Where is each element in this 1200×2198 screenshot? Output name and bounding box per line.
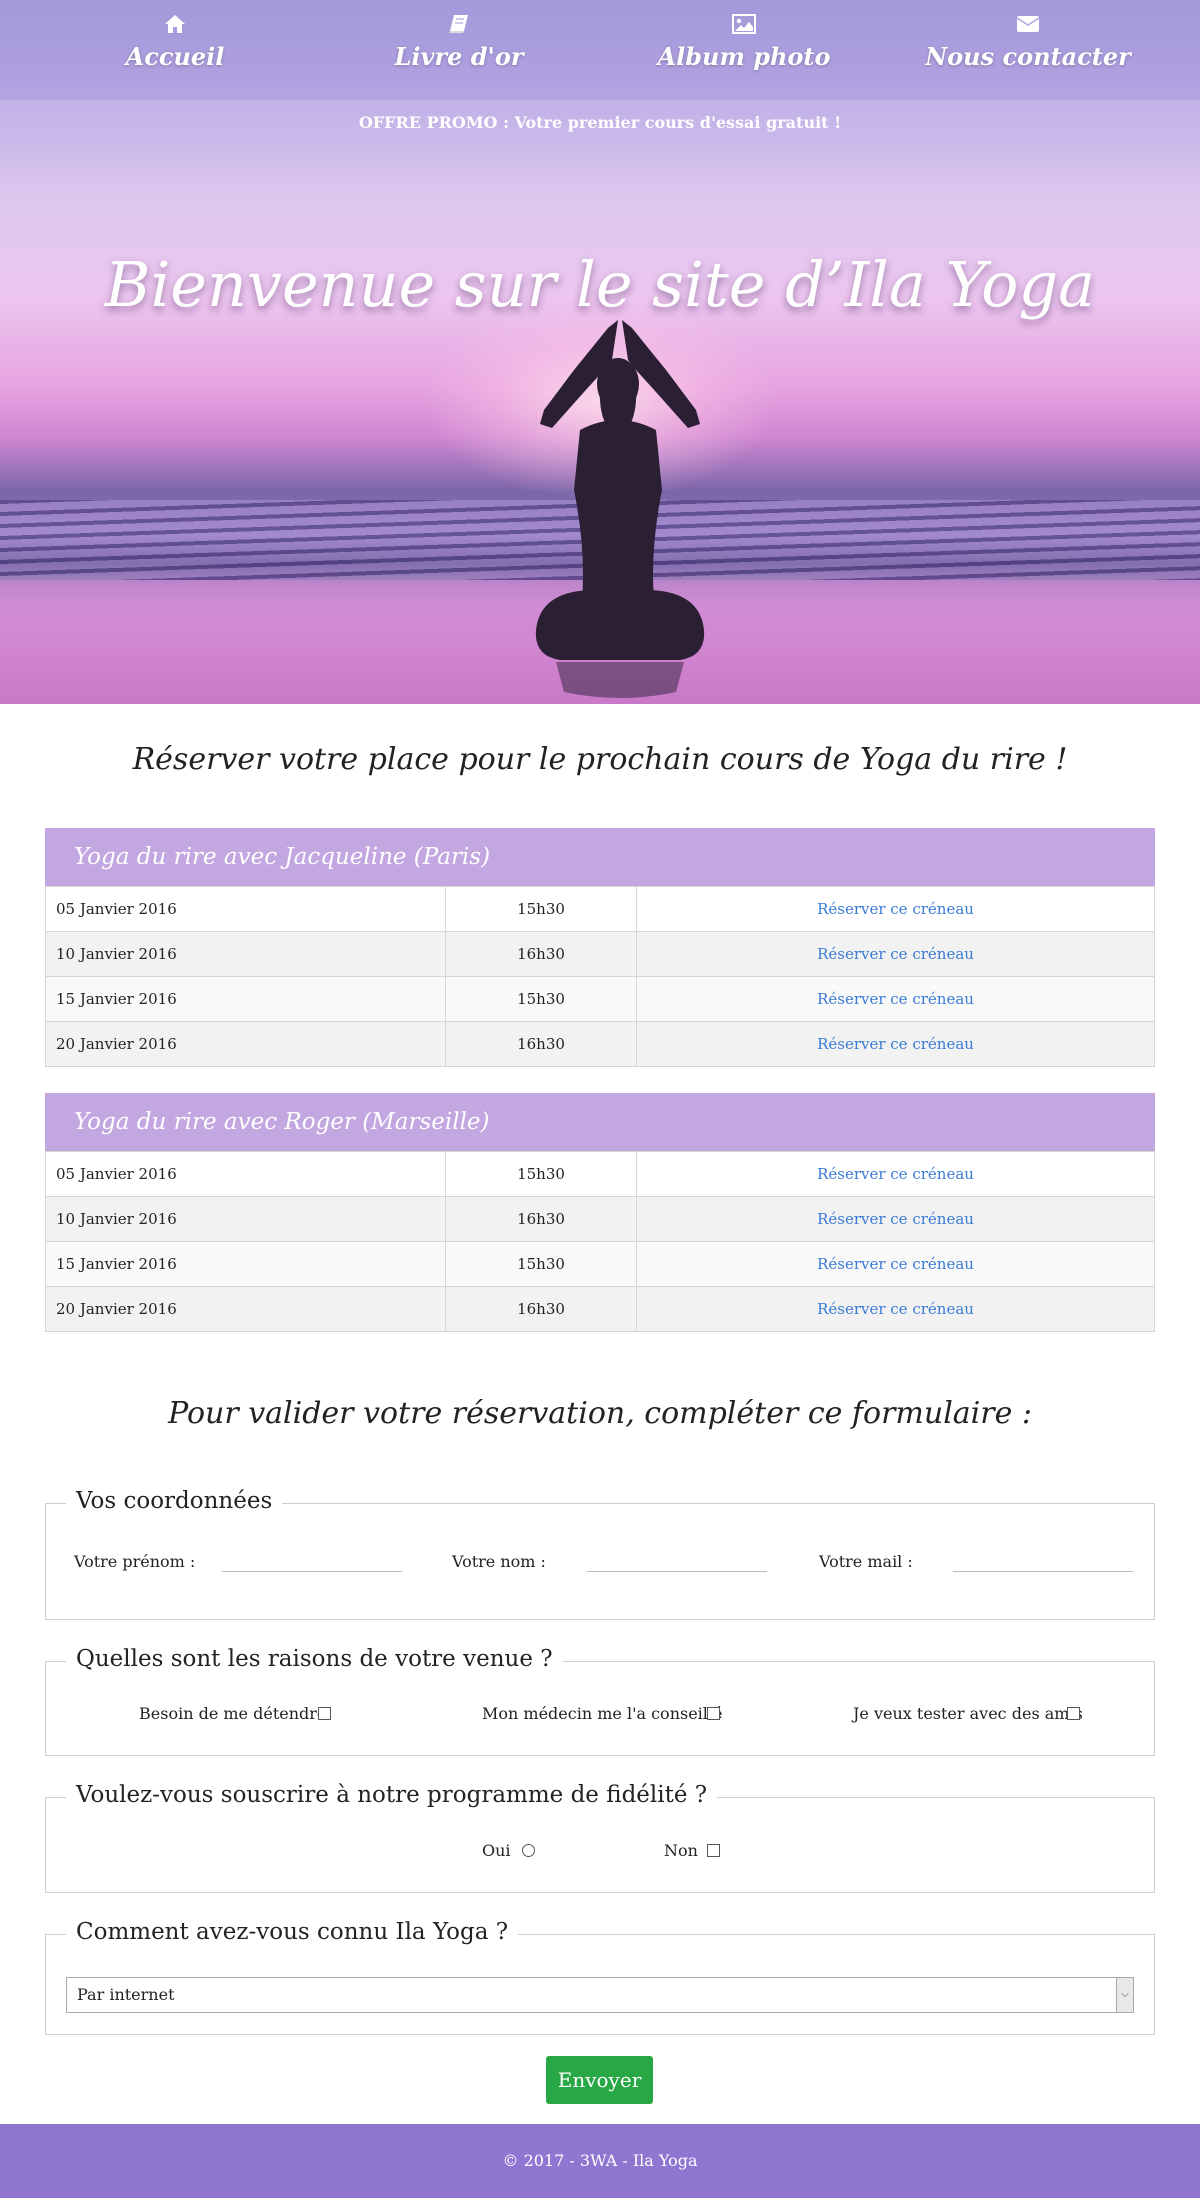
date-cell: 05 Janvier 2016 [45, 886, 446, 932]
top-navigation: Accueil Livre d'or Album photo Nous cont… [0, 0, 1200, 100]
fieldset-source: Comment avez-vous connu Ila Yoga ? Par i… [45, 1919, 1155, 2035]
fieldset-fidelite: Voulez-vous souscrire à notre programme … [45, 1782, 1155, 1893]
reason-relax-label: Besoin de me détendre [139, 1704, 327, 1723]
reason-doctor-label: Mon médecin me l'a conseillé [482, 1704, 723, 1723]
yoga-silhouette-image [535, 320, 705, 698]
table-row: 15 Janvier 2016 15h30 Réserver ce crénea… [45, 976, 1155, 1022]
envelope-icon [908, 14, 1148, 42]
nav-item-accueil[interactable]: Accueil [55, 14, 295, 71]
loyalty-no-checkbox[interactable] [707, 1844, 720, 1857]
date-cell: 20 Janvier 2016 [45, 1286, 446, 1332]
time-cell: 15h30 [445, 976, 637, 1022]
email-input[interactable] [953, 1544, 1133, 1572]
reason-doctor-checkbox[interactable] [707, 1707, 720, 1720]
reserve-link[interactable]: Réserver ce créneau [636, 1286, 1155, 1332]
fieldset-raisons: Quelles sont les raisons de votre venue … [45, 1646, 1155, 1756]
loyalty-yes-label: Oui [482, 1841, 511, 1860]
nav-item-livre-dor[interactable]: Livre d'or [339, 14, 579, 71]
reserve-link[interactable]: Réserver ce créneau [636, 931, 1155, 977]
submit-button[interactable]: Envoyer [546, 2056, 653, 2104]
schedule-table: 05 Janvier 2016 15h30 Réserver ce crénea… [45, 1151, 1155, 1332]
footer-copyright: © 2017 - 3WA - Ila Yoga [502, 2151, 698, 2170]
source-select[interactable]: Par internet ⌵ [66, 1977, 1134, 2013]
nav-item-album-photo[interactable]: Album photo [624, 14, 864, 71]
reserve-link[interactable]: Réserver ce créneau [636, 1196, 1155, 1242]
image-icon [624, 14, 864, 42]
fieldset-legend: Quelles sont les raisons de votre venue … [66, 1646, 563, 1672]
reserve-link[interactable]: Réserver ce créneau [636, 976, 1155, 1022]
panel-title: Yoga du rire avec Jacqueline (Paris) [45, 828, 1155, 886]
loyalty-no-label: Non [664, 1841, 698, 1860]
table-row: 05 Janvier 2016 15h30 Réserver ce crénea… [45, 1151, 1155, 1197]
source-select-value: Par internet [77, 1985, 175, 2004]
form-title: Pour valider votre réservation, compléte… [167, 1396, 1033, 1431]
time-cell: 15h30 [445, 886, 637, 932]
fieldset-legend: Vos coordonnées [66, 1488, 283, 1514]
schedule-table: 05 Janvier 2016 15h30 Réserver ce crénea… [45, 886, 1155, 1067]
promo-banner: OFFRE PROMO : Votre premier cours d'essa… [0, 100, 1200, 145]
hero-banner: Accueil Livre d'or Album photo Nous cont… [0, 0, 1200, 704]
reserve-link[interactable]: Réserver ce créneau [636, 1151, 1155, 1197]
time-cell: 16h30 [445, 1196, 637, 1242]
schedule-panel-marseille: Yoga du rire avec Roger (Marseille) 05 J… [45, 1093, 1155, 1332]
footer: © 2017 - 3WA - Ila Yoga [0, 2124, 1200, 2198]
nav-label: Nous contacter [925, 42, 1131, 71]
loyalty-yes-radio[interactable] [522, 1844, 535, 1857]
date-cell: 10 Janvier 2016 [45, 931, 446, 977]
nav-label: Livre d'or [394, 42, 524, 71]
chevron-down-icon: ⌵ [1116, 1978, 1133, 2012]
firstname-label: Votre prénom : [74, 1552, 196, 1571]
table-row: 05 Janvier 2016 15h30 Réserver ce crénea… [45, 886, 1155, 932]
reserve-link[interactable]: Réserver ce créneau [636, 1021, 1155, 1067]
date-cell: 20 Janvier 2016 [45, 1021, 446, 1067]
table-row: 10 Janvier 2016 16h30 Réserver ce crénea… [45, 931, 1155, 977]
date-cell: 05 Janvier 2016 [45, 1151, 446, 1197]
date-cell: 15 Janvier 2016 [45, 1241, 446, 1287]
reason-friends-checkbox[interactable] [1067, 1707, 1080, 1720]
reserve-link[interactable]: Réserver ce créneau [636, 1241, 1155, 1287]
nav-item-nous-contacter[interactable]: Nous contacter [908, 14, 1148, 71]
book-icon [339, 14, 579, 42]
reason-relax-checkbox[interactable] [318, 1707, 331, 1720]
nav-label: Album photo [657, 42, 831, 71]
booking-title: Réserver votre place pour le prochain co… [132, 742, 1068, 777]
lastname-label: Votre nom : [452, 1552, 546, 1571]
firstname-input[interactable] [222, 1544, 402, 1572]
nav-label: Accueil [125, 42, 225, 71]
home-icon [55, 14, 295, 42]
reason-friends-label: Je veux tester avec des amis [853, 1704, 1083, 1723]
date-cell: 10 Janvier 2016 [45, 1196, 446, 1242]
time-cell: 16h30 [445, 931, 637, 977]
lastname-input[interactable] [587, 1544, 767, 1572]
fieldset-legend: Voulez-vous souscrire à notre programme … [66, 1782, 718, 1808]
table-row: 20 Janvier 2016 16h30 Réserver ce crénea… [45, 1021, 1155, 1067]
time-cell: 16h30 [445, 1021, 637, 1067]
time-cell: 15h30 [445, 1151, 637, 1197]
schedule-panel-paris: Yoga du rire avec Jacqueline (Paris) 05 … [45, 828, 1155, 1067]
panel-title: Yoga du rire avec Roger (Marseille) [45, 1093, 1155, 1151]
fieldset-coordonnees: Vos coordonnées Votre prénom : Votre nom… [45, 1488, 1155, 1620]
table-row: 10 Janvier 2016 16h30 Réserver ce crénea… [45, 1196, 1155, 1242]
reserve-link[interactable]: Réserver ce créneau [636, 886, 1155, 932]
date-cell: 15 Janvier 2016 [45, 976, 446, 1022]
hero-title: Bienvenue sur le site d’Ila Yoga [104, 248, 1096, 321]
time-cell: 15h30 [445, 1241, 637, 1287]
email-label: Votre mail : [819, 1552, 913, 1571]
fieldset-legend: Comment avez-vous connu Ila Yoga ? [66, 1919, 519, 1945]
table-row: 20 Janvier 2016 16h30 Réserver ce crénea… [45, 1286, 1155, 1332]
table-row: 15 Janvier 2016 15h30 Réserver ce crénea… [45, 1241, 1155, 1287]
time-cell: 16h30 [445, 1286, 637, 1332]
